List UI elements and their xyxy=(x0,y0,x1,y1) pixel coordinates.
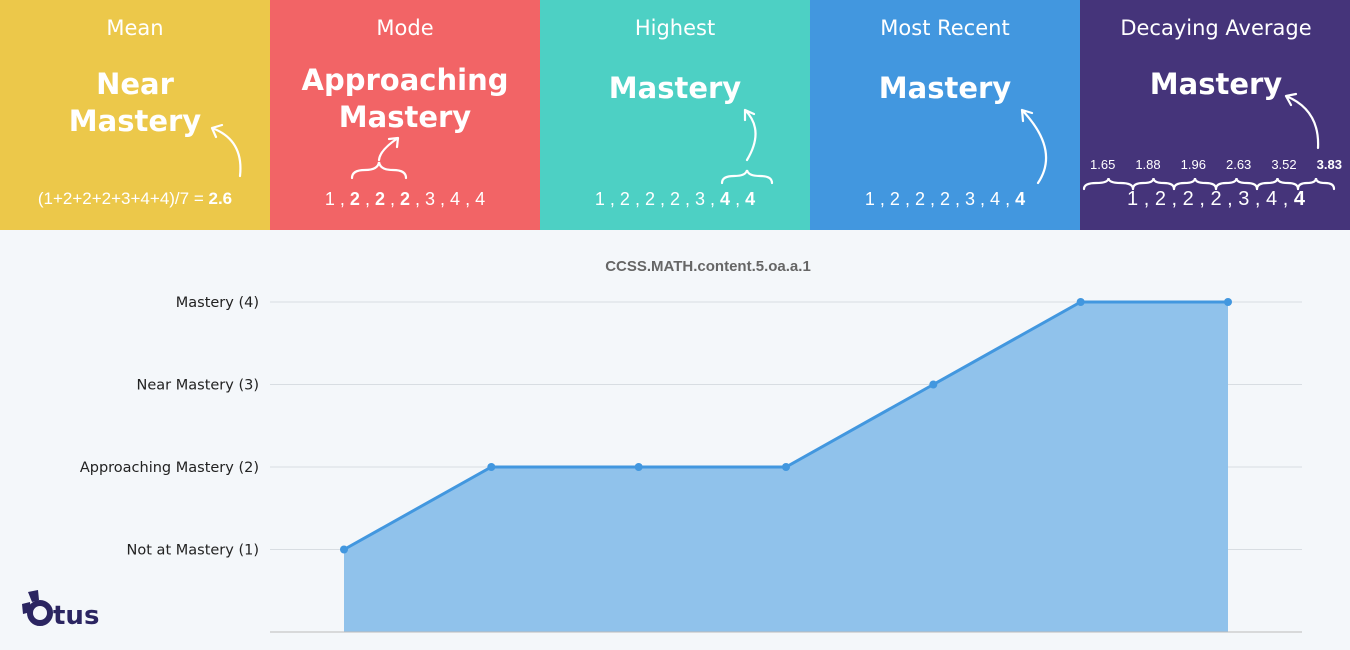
mastery-chart: CCSS.MATH.content.5.oa.a.1 Mastery (4) Nea… xyxy=(80,258,1302,633)
y-tick-label: Approaching Mastery (2) xyxy=(80,460,259,476)
y-tick-label: Near Mastery (3) xyxy=(137,378,259,394)
y-tick-label: Mastery (4) xyxy=(176,295,259,311)
data-point xyxy=(1224,298,1232,306)
data-point xyxy=(782,463,790,471)
data-point xyxy=(929,380,938,389)
arrow-icon xyxy=(1082,92,1336,191)
panel-mode: Mode Approaching Mastery 1 , 2 , 2 , 2 , 3… xyxy=(270,0,540,230)
panel-most-recent: Most Recent Mastery 1 , 2 , 2 , 2 , 3 , 4 … xyxy=(810,0,1080,230)
chart-title: CCSS.MATH.content.5.oa.a.1 xyxy=(605,258,811,275)
arrow-icon xyxy=(350,136,408,180)
y-tick-label: Not at Mastery (1) xyxy=(127,543,259,559)
data-point xyxy=(340,545,348,554)
data-point xyxy=(1076,298,1085,306)
data-point xyxy=(487,463,496,471)
panel-mean: Mean Near Mastery (1+2+2+2+3+4+4)/7 = 2.6 xyxy=(0,0,270,230)
arrow-icon xyxy=(720,108,774,185)
panel-highest: Highest Mastery 1 , 2 , 2 , 2 , 3 , 4 , 4 xyxy=(540,0,810,230)
otus-logo: tus xyxy=(22,590,99,628)
arrow-icon xyxy=(210,123,242,178)
svg-text:tus: tus xyxy=(53,601,99,628)
arrow-icon xyxy=(1020,108,1048,185)
data-point xyxy=(634,463,643,471)
panel-decaying-average: Decaying Average Mastery 1.65 1.88 1.96 2.63 3… xyxy=(1080,0,1350,230)
